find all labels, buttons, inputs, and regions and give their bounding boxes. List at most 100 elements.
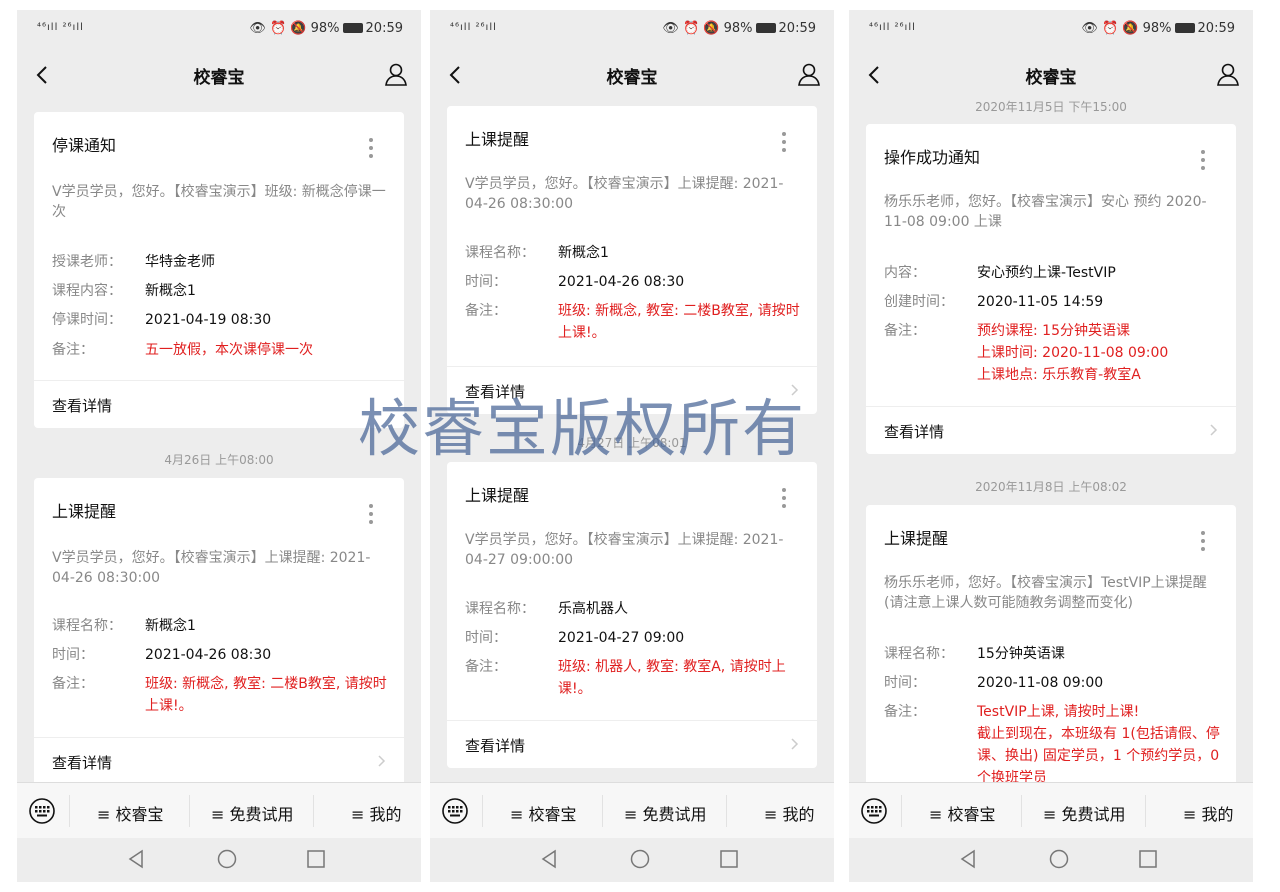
message-card: 上课提醒 杨乐乐老师，您好。【校睿宝演示】TestVIP上课提醒(请注意上课人数… xyxy=(866,505,1236,782)
home-circle-icon[interactable] xyxy=(216,848,238,870)
message-card: 上课提醒 V学员学员，您好。【校睿宝演示】上课提醒: 2021-04-26 08… xyxy=(34,478,404,782)
menu-item-xiaoruibao[interactable]: ≡ 校睿宝 xyxy=(97,801,164,825)
menu-item-free-trial[interactable]: ≡ 免费试用 xyxy=(624,801,707,825)
status-right: 👁 ⏰ 🔕 98% 20:59 xyxy=(249,21,403,36)
timestamp: 4月26日 上午08:00 xyxy=(164,453,274,467)
view-detail-button[interactable]: 查看详情 xyxy=(866,406,1236,454)
card-description: 杨乐乐老师，您好。【校睿宝演示】TestVIP上课提醒(请注意上课人数可能随教务… xyxy=(884,575,1207,611)
card-description: V学员学员，您好。【校睿宝演示】上课提醒: 2021-04-27 09:00:0… xyxy=(465,532,784,568)
keyboard-icon[interactable] xyxy=(440,797,470,825)
timestamp: 2020年11月5日 下午15:00 xyxy=(975,100,1127,114)
row-key: 备注： xyxy=(465,303,507,319)
keyboard-icon[interactable] xyxy=(859,797,889,825)
view-detail-button[interactable]: 查看详情 xyxy=(34,380,404,428)
row-value: 2021-04-19 08:30 xyxy=(145,312,272,328)
system-nav-bar xyxy=(430,838,834,882)
back-triangle-icon[interactable] xyxy=(538,848,560,870)
card-description: V学员学员，您好。【校睿宝演示】上课提醒: 2021-04-26 08:30:0… xyxy=(465,176,784,212)
recent-square-icon[interactable] xyxy=(1137,848,1159,870)
phone-screen-1: ⁴⁶ıll ²⁶ıll 👁 ⏰ 🔕 98% 20:59 校睿宝 停课通知 V学员学… xyxy=(17,10,421,882)
user-icon[interactable] xyxy=(796,61,822,87)
row-key: 时间： xyxy=(884,675,926,691)
message-card: 停课通知 V学员学员，您好。【校睿宝演示】班级: 新概念停课一次 授课老师： 华特… xyxy=(34,112,404,428)
menu-item-xiaoruibao[interactable]: ≡ 校睿宝 xyxy=(510,801,577,825)
view-detail-button[interactable]: 查看详情 xyxy=(447,720,817,768)
row-value: TestVIP上课, 请按时上课! xyxy=(977,704,1140,720)
battery-icon xyxy=(342,23,363,33)
message-card: 操作成功通知 杨乐乐老师，您好。【校睿宝演示】安心 预约 2020-11-08 … xyxy=(866,124,1236,454)
menu-divider xyxy=(726,795,727,827)
status-bar: ⁴⁶ıll ²⁶ıll 👁 ⏰ 🔕 98% 20:59 xyxy=(430,10,834,50)
home-circle-icon[interactable] xyxy=(629,848,651,870)
row-value: 新概念1 xyxy=(558,245,609,261)
card-title: 操作成功通知 xyxy=(884,148,981,167)
row-key: 内容： xyxy=(884,265,926,281)
nav-bar: 校睿宝 xyxy=(430,50,834,98)
status-icons: 👁 ⏰ 🔕 xyxy=(662,21,720,36)
phone-screen-2: ⁴⁶ıll ²⁶ıll 👁 ⏰ 🔕 98% 20:59 校睿宝 上课提醒 V学员学… xyxy=(430,10,834,882)
more-icon[interactable] xyxy=(781,488,787,510)
recent-square-icon[interactable] xyxy=(718,848,740,870)
menu-item-mine[interactable]: ≡ 我的 xyxy=(764,801,815,825)
more-icon[interactable] xyxy=(368,504,374,526)
battery-percent: 98% xyxy=(310,21,340,36)
menu-divider xyxy=(602,795,603,827)
back-triangle-icon[interactable] xyxy=(957,848,979,870)
user-icon[interactable] xyxy=(1215,61,1241,87)
chevron-right-icon xyxy=(791,384,799,396)
page-title: 校睿宝 xyxy=(193,68,245,88)
menu-divider xyxy=(1145,795,1146,827)
view-detail-button[interactable]: 查看详情 xyxy=(447,366,817,414)
row-key: 备注： xyxy=(52,676,94,692)
card-description: V学员学员，您好。【校睿宝演示】班级: 新概念停课一次 xyxy=(52,184,386,220)
keyboard-icon[interactable] xyxy=(27,797,57,825)
screenshot-collage: ⁴⁶ıll ²⁶ıll 👁 ⏰ 🔕 98% 20:59 校睿宝 停课通知 V学员学… xyxy=(0,0,1280,892)
more-icon[interactable] xyxy=(1200,150,1206,172)
battery-percent: 98% xyxy=(723,21,753,36)
row-key: 课程内容： xyxy=(52,283,122,299)
row-value: 乐高机器人 xyxy=(558,601,628,617)
menu-divider xyxy=(1021,795,1022,827)
recent-square-icon[interactable] xyxy=(305,848,327,870)
row-value: 班级: 新概念, 教室: 二楼B教室, 请按时上课!。 xyxy=(558,303,800,341)
card-title: 停课通知 xyxy=(52,136,117,155)
menu-item-free-trial[interactable]: ≡ 免费试用 xyxy=(1043,801,1126,825)
menu-divider xyxy=(313,795,314,827)
row-key: 备注： xyxy=(884,704,926,720)
status-right: 👁 ⏰ 🔕 98% 20:59 xyxy=(662,21,816,36)
row-key: 课程名称： xyxy=(52,618,122,634)
row-value: 班级: 机器人, 教室: 教室A, 请按时上课!。 xyxy=(558,659,786,697)
row-value: 新概念1 xyxy=(145,283,196,299)
user-icon[interactable] xyxy=(383,61,409,87)
bottom-menu: ≡ 校睿宝 ≡ 免费试用 ≡ 我的 xyxy=(849,782,1253,838)
menu-item-mine[interactable]: ≡ 我的 xyxy=(351,801,402,825)
bottom-menu: ≡ 校睿宝 ≡ 免费试用 ≡ 我的 xyxy=(430,782,834,838)
row-value: 安心预约上课-TestVIP xyxy=(977,265,1116,281)
more-icon[interactable] xyxy=(368,138,374,160)
row-key: 时间： xyxy=(465,274,507,290)
row-key: 授课老师： xyxy=(52,254,122,270)
row-value: 截止到现在，本班级有 1(包括请假、停课、换出) 固定学员，1 个预约学员，0 … xyxy=(977,726,1220,782)
status-icons: 👁 ⏰ 🔕 xyxy=(1081,21,1139,36)
more-icon[interactable] xyxy=(1200,531,1206,553)
menu-item-mine[interactable]: ≡ 我的 xyxy=(1183,801,1234,825)
back-triangle-icon[interactable] xyxy=(125,848,147,870)
row-key: 备注： xyxy=(52,342,94,358)
card-description: V学员学员，您好。【校睿宝演示】上课提醒: 2021-04-26 08:30:0… xyxy=(52,550,371,586)
row-value: 新概念1 xyxy=(145,618,196,634)
view-detail-label: 查看详情 xyxy=(465,383,526,401)
view-detail-label: 查看详情 xyxy=(465,737,526,755)
row-value: 2020-11-08 09:00 xyxy=(977,675,1104,691)
menu-item-xiaoruibao[interactable]: ≡ 校睿宝 xyxy=(929,801,996,825)
row-value: 2020-11-05 14:59 xyxy=(977,294,1104,310)
home-circle-icon[interactable] xyxy=(1048,848,1070,870)
row-value: 2021-04-26 08:30 xyxy=(558,274,685,290)
timestamp: 2020年11月8日 上午08:02 xyxy=(975,480,1127,494)
row-value: 五一放假，本次课停课一次 xyxy=(145,342,313,358)
page-title: 校睿宝 xyxy=(606,68,658,88)
menu-item-free-trial[interactable]: ≡ 免费试用 xyxy=(211,801,294,825)
signal-icon: ⁴⁶ıll ²⁶ıll xyxy=(869,22,916,33)
row-value: 华特金老师 xyxy=(145,254,215,270)
view-detail-button[interactable]: 查看详情 xyxy=(34,737,404,782)
more-icon[interactable] xyxy=(781,132,787,154)
